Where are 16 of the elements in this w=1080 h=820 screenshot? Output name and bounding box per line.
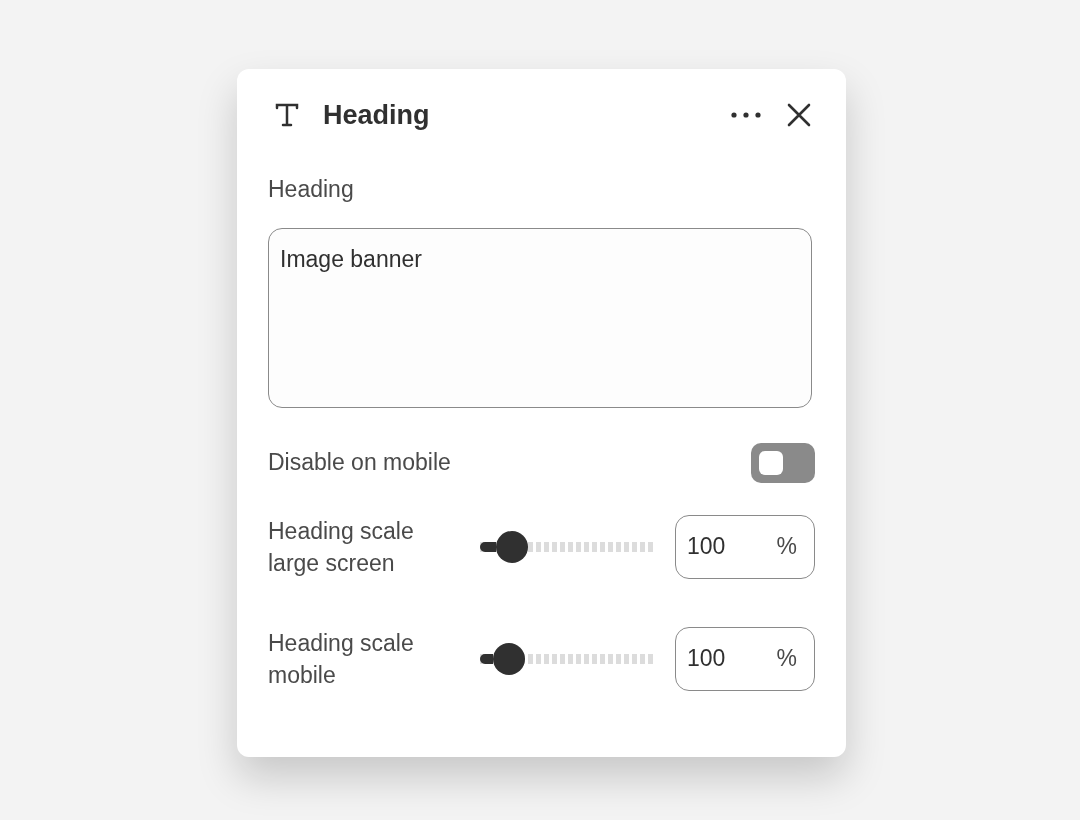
field-label: Heading	[268, 175, 355, 204]
close-icon	[787, 103, 811, 127]
slider-label: Heading scale large screen	[268, 516, 415, 578]
slider-thumb[interactable]	[493, 642, 526, 675]
slider-fill	[480, 541, 496, 552]
heading-input-field[interactable]: Image banner	[268, 227, 812, 408]
percent-input-field[interactable]: 100 %	[675, 626, 815, 691]
text-type-icon	[274, 102, 300, 128]
percent-input-field[interactable]: 100 %	[675, 514, 815, 579]
more-icon	[731, 112, 761, 118]
toggle-label: Disable on mobile	[268, 448, 451, 478]
toggle-switch[interactable]	[751, 442, 815, 483]
slider-thumb[interactable]	[495, 530, 528, 563]
panel-title: Heading	[323, 98, 430, 132]
slider-fill	[480, 653, 494, 664]
slider-label: Heading scale mobile	[268, 628, 415, 690]
